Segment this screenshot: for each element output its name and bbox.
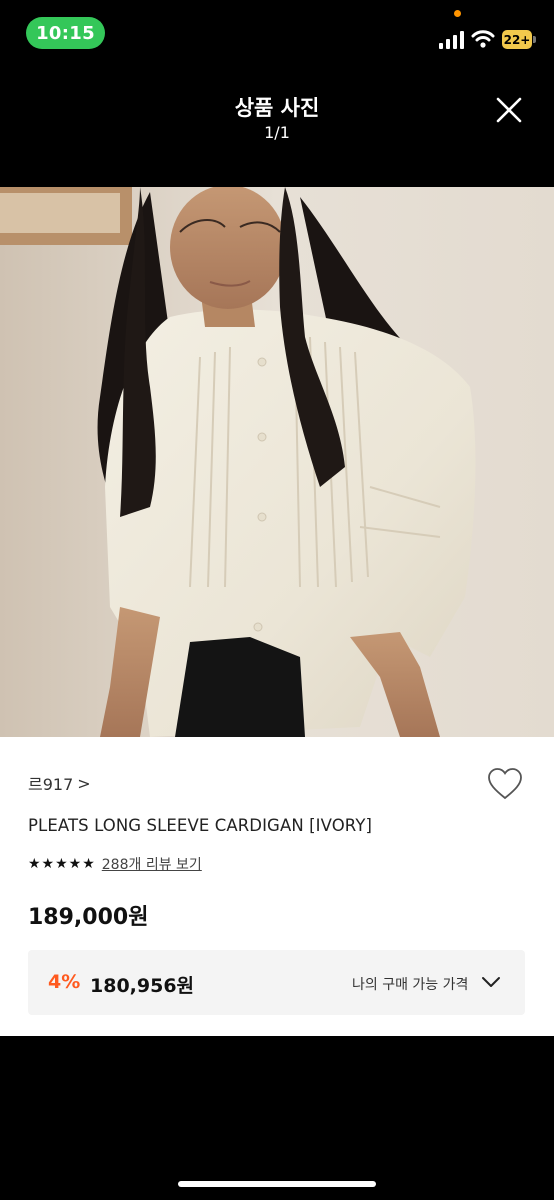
discount-rate: 4% <box>48 971 81 993</box>
wifi-icon <box>471 30 495 48</box>
chevron-right-icon: > <box>77 773 91 793</box>
heart-icon[interactable] <box>487 767 523 801</box>
battery-tip <box>533 36 536 43</box>
my-price-label: 나의 구매 가능 가격 <box>352 977 469 993</box>
close-icon[interactable] <box>491 92 527 128</box>
status-bar: 10:15 22+ <box>0 0 554 66</box>
rating-row: ★★★★★ 288개 리뷰 보기 <box>28 854 202 874</box>
page-title: 상품 사진 <box>234 96 320 120</box>
my-price-dropdown[interactable]: 4% 180,956원 나의 구매 가능 가격 <box>28 950 525 1015</box>
product-name: PLEATS LONG SLEEVE CARDIGAN [IVORY] <box>28 816 373 835</box>
home-indicator[interactable] <box>178 1181 376 1187</box>
review-link[interactable]: 288개 리뷰 보기 <box>102 854 202 874</box>
star-rating: ★★★★★ <box>28 856 96 872</box>
photo-counter: 1/1 <box>264 123 290 142</box>
battery-level: 22+ <box>502 30 532 49</box>
chevron-down-icon <box>482 977 500 987</box>
brand-name: 르917 <box>28 775 74 794</box>
battery-icon: 22+ <box>502 30 536 49</box>
privacy-indicator-dot <box>454 10 461 17</box>
product-photo-illustration <box>0 187 554 737</box>
cellular-signal-icon <box>439 31 464 49</box>
brand-link[interactable]: 르917 > <box>28 771 91 795</box>
product-info-card: 르917 > PLEATS LONG SLEEVE CARDIGAN [IVOR… <box>0 737 554 1036</box>
product-price: 189,000원 <box>28 905 149 930</box>
status-time: 10:15 <box>26 17 105 49</box>
discount-price: 180,956원 <box>90 975 195 997</box>
photo-viewer-header: 상품 사진 1/1 <box>0 66 554 186</box>
product-photo[interactable] <box>0 187 554 737</box>
